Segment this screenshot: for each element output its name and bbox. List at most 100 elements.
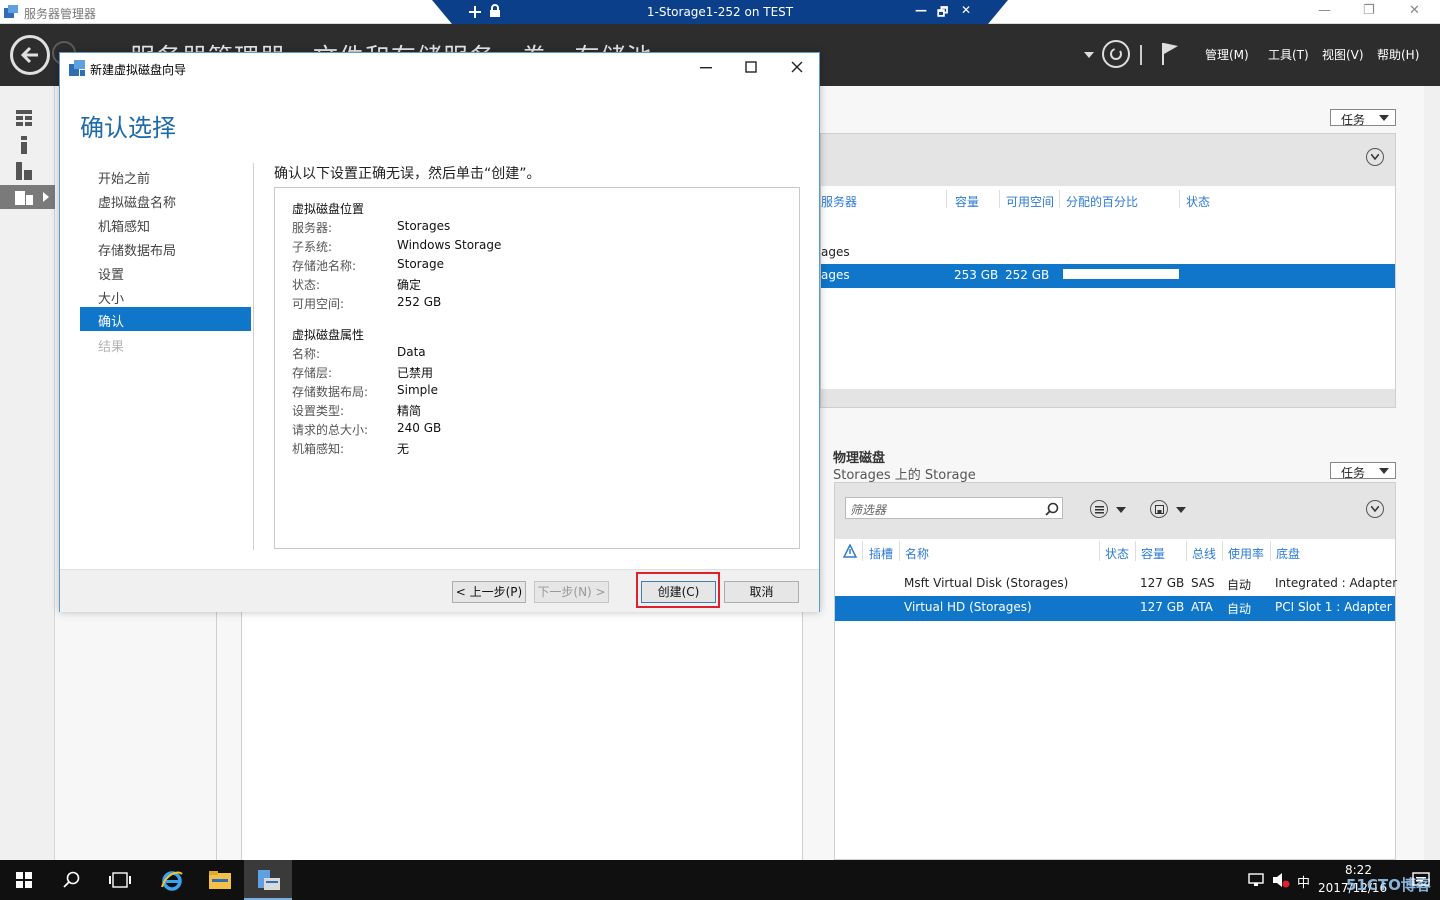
notifications-flag-icon[interactable] [1160,42,1180,66]
step-enclosure-awareness[interactable]: 机箱感知 [98,216,150,235]
main-vertical-scrollbar[interactable] [1424,86,1440,860]
list-view-dropdown-icon[interactable] [1116,507,1126,513]
refresh-button[interactable] [1102,40,1130,68]
storage-pools-tasks-label: 任务 [1341,113,1366,127]
search-button[interactable] [48,860,96,900]
storage-pools-tasks-button[interactable]: 任务 [1330,109,1396,127]
summary-label: 服务器: [292,221,333,235]
rdp-minimize-button[interactable]: — [915,3,927,17]
rdp-restore-button[interactable]: 🗗 [937,3,948,24]
col-slot[interactable]: 插槽 [869,545,893,562]
file-explorer-button[interactable] [196,860,244,900]
network-icon[interactable] [1248,873,1266,887]
disk-row[interactable]: Msft Virtual Disk (Storages) 127 GB SAS … [835,572,1397,596]
notification-center-icon[interactable] [1412,872,1430,888]
col-capacity[interactable]: 容量 [955,193,979,210]
summary-value: 240 GB [397,421,442,435]
col-divider [862,541,863,561]
col-server[interactable]: 服务器 [821,193,857,210]
summary-value: Storages [397,219,451,233]
summary-label: 存储数据布局: [292,385,369,399]
search-icon[interactable] [1045,502,1059,516]
volume-muted-icon[interactable] [1272,872,1290,888]
task-view-button[interactable] [96,860,144,900]
confirmation-instruction: 确认以下设置正确无误，然后单击“创建”。 [274,166,541,182]
summary-value: 已禁用 [397,366,434,380]
col-allocated-percent[interactable]: 分配的百分比 [1066,193,1138,210]
physical-disks-tasks-button[interactable]: 任务 [1330,462,1396,480]
pool-free-space: 252 GB [1005,268,1050,282]
menu-manage[interactable]: 管理(M) [1205,46,1249,63]
dialog-close-button[interactable] [791,61,803,73]
col-divider [1270,541,1271,561]
step-confirmation-selected[interactable]: 确认 [80,307,251,331]
col-usage[interactable]: 使用率 [1228,545,1264,562]
col-divider [1135,541,1136,561]
physical-disks-subtitle: Storages 上的 Storage [833,468,976,483]
rail-item-local-server[interactable] [0,133,55,157]
disk-usage: 自动 [1227,602,1252,616]
outer-restore-button[interactable]: ❐ [1363,3,1375,18]
previous-button[interactable]: < 上一步(P) [452,581,526,603]
storage-pool-row-selected[interactable]: ages 253 GB 252 GB [821,264,1395,288]
storage-pools-expand-button[interactable] [1366,148,1384,166]
rail-item-dashboard[interactable] [0,106,55,130]
next-button[interactable]: 下一步(N) > [534,581,609,603]
col-name[interactable]: 名称 [905,545,929,562]
disk-capacity: 127 GB [1140,600,1185,614]
physical-disks-expand-button[interactable] [1366,500,1384,518]
server-manager-taskbar-button[interactable] [244,860,292,900]
step-virtual-disk-name[interactable]: 虚拟磁盘名称 [98,192,176,211]
col-bus[interactable]: 总线 [1192,545,1216,562]
summary-label: 请求的总大小: [292,423,369,437]
wizard-app-icon [69,60,85,76]
outer-minimize-button[interactable]: — [1318,3,1331,18]
physical-disks-panel: 筛选器 插槽 名称 状态 容量 总线 使用率 底盘 Msft Virtual D… [834,482,1397,860]
cancel-button[interactable]: 取消 [724,581,799,603]
dialog-maximize-button[interactable] [745,61,757,73]
disk-row-selected[interactable]: Virtual HD (Storages) 127 GB ATA 自动 PCI … [835,596,1395,621]
confirmation-summary-box: 虚拟磁盘位置 服务器: Storages 子系统: Windows Storag… [274,187,800,549]
dialog-minimize-button[interactable] [700,63,712,73]
save-dropdown-icon[interactable] [1176,507,1186,513]
rail-item-file-storage-services[interactable] [0,185,55,209]
expand-chevron-icon [43,192,49,202]
disk-usage: 自动 [1227,578,1252,592]
create-button[interactable]: 创建(C) [641,581,716,603]
rdp-close-button[interactable]: ✕ [961,3,971,17]
rail-item-all-servers[interactable] [0,159,55,183]
search-icon [63,871,80,888]
history-dropdown-icon[interactable] [1084,52,1094,58]
list-view-button[interactable] [1090,500,1108,518]
pool-group-row[interactable]: ages [821,245,850,259]
col-chassis[interactable]: 底盘 [1276,545,1300,562]
col-status[interactable]: 状态 [1105,545,1129,562]
input-method-indicator[interactable]: 中 [1297,872,1310,891]
back-button[interactable] [10,35,50,75]
step-storage-layout[interactable]: 存储数据布局 [98,240,176,259]
step-before-you-begin[interactable]: 开始之前 [98,168,150,187]
file-storage-icon [15,191,33,205]
disk-name: Virtual HD (Storages) [904,600,1032,614]
warning-sort-icon[interactable] [843,544,857,558]
storage-pools-scrollbar[interactable] [821,389,1395,407]
new-virtual-disk-wizard-dialog: 新建虚拟磁盘向导 确认选择 开始之前 虚拟磁盘名称 机箱感知 存储数据布局 设置… [59,52,820,612]
step-provisioning[interactable]: 设置 [98,264,124,283]
menu-tools[interactable]: 工具(T) [1268,46,1309,63]
col-status[interactable]: 状态 [1186,193,1210,210]
menu-view[interactable]: 视图(V) [1322,46,1364,63]
save-query-button[interactable] [1150,500,1168,518]
col-capacity[interactable]: 容量 [1141,545,1165,562]
menu-help[interactable]: 帮助(H) [1377,46,1419,63]
col-divider [999,190,1000,208]
step-size[interactable]: 大小 [98,288,124,307]
summary-label: 存储层: [292,366,333,380]
internet-explorer-button[interactable] [148,860,196,900]
step-results: 结果 [98,340,125,355]
properties-section-title: 虚拟磁盘属性 [292,328,365,342]
start-button[interactable] [0,860,48,900]
filter-input[interactable]: 筛选器 [845,497,1063,519]
outer-close-button[interactable]: ✕ [1409,3,1420,18]
dialog-titlebar: 新建虚拟磁盘向导 [60,53,819,82]
col-free-space[interactable]: 可用空间 [1006,193,1054,210]
